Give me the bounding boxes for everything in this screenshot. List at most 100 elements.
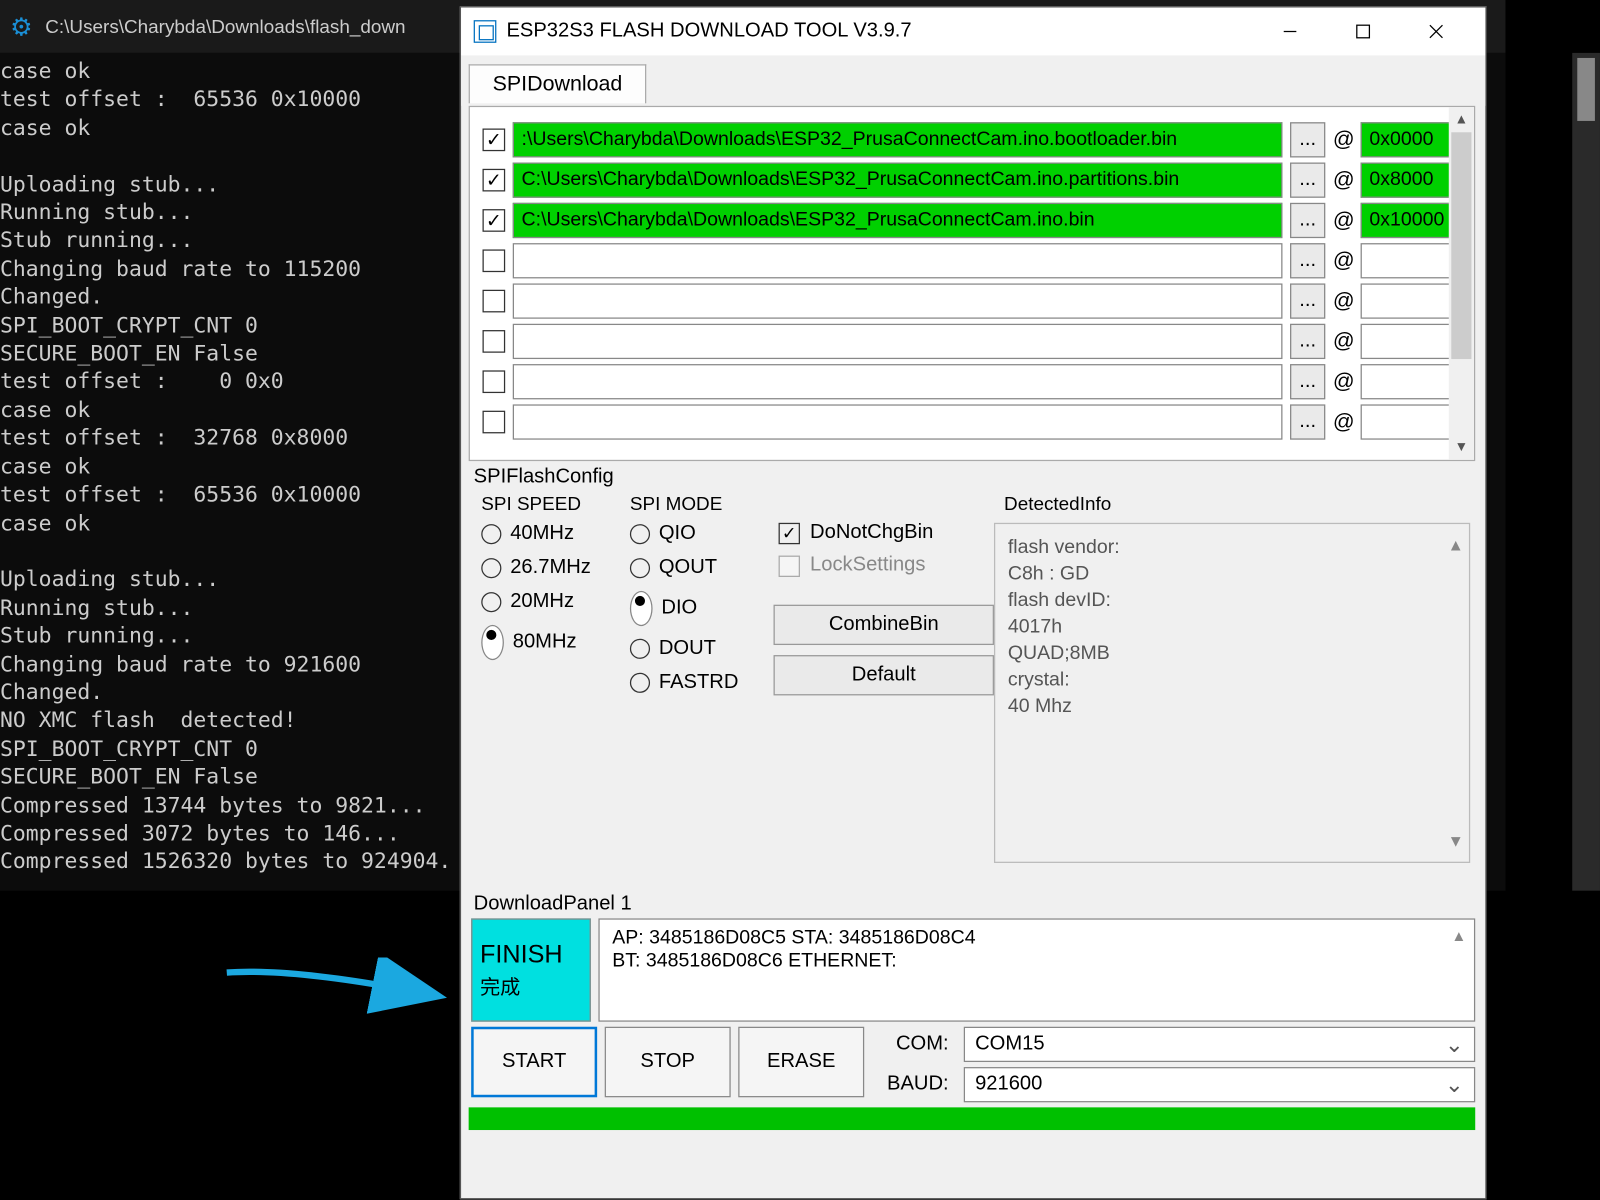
file-row: ... @ <box>483 321 1462 361</box>
com-label: COM: <box>872 1033 954 1056</box>
browse-button[interactable]: ... <box>1290 283 1325 318</box>
file-row: ... @ <box>483 281 1462 321</box>
start-button[interactable]: START <box>471 1027 597 1098</box>
file-list-scrollbar[interactable]: ▲▼ <box>1449 107 1474 460</box>
window-title: ESP32S3 FLASH DOWNLOAD TOOL V3.9.7 <box>506 20 911 43</box>
file-row: ... @ <box>483 241 1462 281</box>
file-path-input[interactable] <box>513 283 1283 318</box>
combinebin-button[interactable]: CombineBin <box>774 605 994 645</box>
radio-icon <box>630 591 653 626</box>
radio-icon <box>481 592 501 612</box>
mac-info-box: AP: 3485186D08C5 STA: 3485186D08C4 BT: 3… <box>598 918 1475 1021</box>
baud-label: BAUD: <box>872 1073 954 1096</box>
file-address-input[interactable] <box>1361 404 1462 439</box>
radio-icon <box>481 558 501 578</box>
file-address-input[interactable]: 0x0000 <box>1361 122 1462 157</box>
file-checkbox[interactable] <box>483 370 506 393</box>
file-path-input[interactable]: C:\Users\Charybda\Downloads\ESP32_PrusaC… <box>513 163 1283 198</box>
spi-speed-option[interactable]: 26.7MHz <box>481 557 625 580</box>
radio-icon <box>630 524 650 544</box>
gear-icon: ⚙ <box>10 11 33 42</box>
file-address-input[interactable] <box>1361 283 1462 318</box>
file-checkbox[interactable] <box>483 209 506 232</box>
app-icon <box>474 20 497 43</box>
at-symbol: @ <box>1333 369 1353 394</box>
file-checkbox[interactable] <box>483 330 506 353</box>
terminal-scrollbar[interactable] <box>1572 53 1600 891</box>
file-path-input[interactable] <box>513 243 1283 278</box>
at-symbol: @ <box>1333 127 1353 152</box>
file-path-input[interactable]: :\Users\Charybda\Downloads\ESP32_PrusaCo… <box>513 122 1283 157</box>
status-line1: FINISH <box>480 940 582 969</box>
maximize-button[interactable] <box>1327 8 1400 56</box>
browse-button[interactable]: ... <box>1290 122 1325 157</box>
annotation-arrow <box>220 957 453 1033</box>
file-address-input[interactable]: 0x10000 <box>1361 203 1462 238</box>
radio-icon <box>630 639 650 659</box>
radio-icon <box>481 625 504 660</box>
progress-bar <box>469 1107 1476 1130</box>
window-titlebar[interactable]: ESP32S3 FLASH DOWNLOAD TOOL V3.9.7 <box>461 8 1485 56</box>
browse-button[interactable]: ... <box>1290 163 1325 198</box>
downloadpanel-label: DownloadPanel 1 <box>461 886 1485 919</box>
file-address-input[interactable] <box>1361 364 1462 399</box>
file-path-input[interactable] <box>513 324 1283 359</box>
spi-mode-option[interactable]: DOUT <box>630 637 774 660</box>
detectedinfo-box: flash vendor: C8h : GD flash devID: 4017… <box>994 523 1470 863</box>
file-address-input[interactable] <box>1361 324 1462 359</box>
status-box: FINISH 完成 <box>471 918 591 1021</box>
spi-speed-option[interactable]: 20MHz <box>481 591 625 614</box>
checkbox-icon <box>779 555 800 576</box>
spi-mode-option[interactable]: QIO <box>630 523 774 546</box>
file-checkbox[interactable] <box>483 411 506 434</box>
scroll-down-icon[interactable]: ▼ <box>1448 828 1464 854</box>
at-symbol: @ <box>1333 208 1353 233</box>
spi-speed-option[interactable]: 40MHz <box>481 523 625 546</box>
stop-button[interactable]: STOP <box>605 1027 731 1098</box>
detectedinfo-label: DetectedInfo <box>994 491 1470 522</box>
terminal-title-text: C:\Users\Charybda\Downloads\flash_down <box>45 16 405 37</box>
erase-button[interactable]: ERASE <box>738 1027 864 1098</box>
file-checkbox[interactable] <box>483 128 506 151</box>
spi-mode-label: SPI MODE <box>625 491 774 522</box>
status-line2: 完成 <box>480 969 582 999</box>
browse-button[interactable]: ... <box>1290 364 1325 399</box>
spi-mode-option[interactable]: DIO <box>630 591 774 626</box>
com-select[interactable]: COM15 <box>964 1027 1475 1062</box>
scroll-up-icon[interactable]: ▲ <box>1451 927 1466 945</box>
at-symbol: @ <box>1333 329 1353 354</box>
file-list-pane: :\Users\Charybda\Downloads\ESP32_PrusaCo… <box>469 106 1476 461</box>
file-checkbox[interactable] <box>483 169 506 192</box>
tab-spidownload[interactable]: SPIDownload <box>469 64 647 103</box>
file-address-input[interactable] <box>1361 243 1462 278</box>
baud-select[interactable]: 921600 <box>964 1067 1475 1102</box>
donotchgbin-checkbox[interactable]: DoNotChgBin <box>774 522 994 545</box>
browse-button[interactable]: ... <box>1290 324 1325 359</box>
file-checkbox[interactable] <box>483 249 506 272</box>
file-row: C:\Users\Charybda\Downloads\ESP32_PrusaC… <box>483 200 1462 240</box>
file-path-input[interactable] <box>513 404 1283 439</box>
at-symbol: @ <box>1333 168 1353 193</box>
locksettings-checkbox[interactable]: LockSettings <box>774 554 994 577</box>
browse-button[interactable]: ... <box>1290 203 1325 238</box>
file-row: :\Users\Charybda\Downloads\ESP32_PrusaCo… <box>483 120 1462 160</box>
spi-speed-option[interactable]: 80MHz <box>481 625 625 660</box>
file-path-input[interactable] <box>513 364 1283 399</box>
close-button[interactable] <box>1400 8 1473 56</box>
default-button[interactable]: Default <box>774 655 994 695</box>
file-path-input[interactable]: C:\Users\Charybda\Downloads\ESP32_PrusaC… <box>513 203 1283 238</box>
spi-mode-option[interactable]: FASTRD <box>630 671 774 694</box>
radio-icon <box>481 524 501 544</box>
spi-mode-option[interactable]: QOUT <box>630 557 774 580</box>
at-symbol: @ <box>1333 288 1353 313</box>
minimize-button[interactable] <box>1254 8 1327 56</box>
detectedinfo-text: flash vendor: C8h : GD flash devID: 4017… <box>1008 537 1120 717</box>
browse-button[interactable]: ... <box>1290 243 1325 278</box>
flash-tool-window: ESP32S3 FLASH DOWNLOAD TOOL V3.9.7 SPIDo… <box>460 6 1487 1199</box>
scroll-up-icon[interactable]: ▲ <box>1448 532 1464 558</box>
file-checkbox[interactable] <box>483 290 506 313</box>
browse-button[interactable]: ... <box>1290 404 1325 439</box>
file-row: C:\Users\Charybda\Downloads\ESP32_PrusaC… <box>483 160 1462 200</box>
file-address-input[interactable]: 0x8000 <box>1361 163 1462 198</box>
spi-speed-label: SPI SPEED <box>476 491 625 522</box>
